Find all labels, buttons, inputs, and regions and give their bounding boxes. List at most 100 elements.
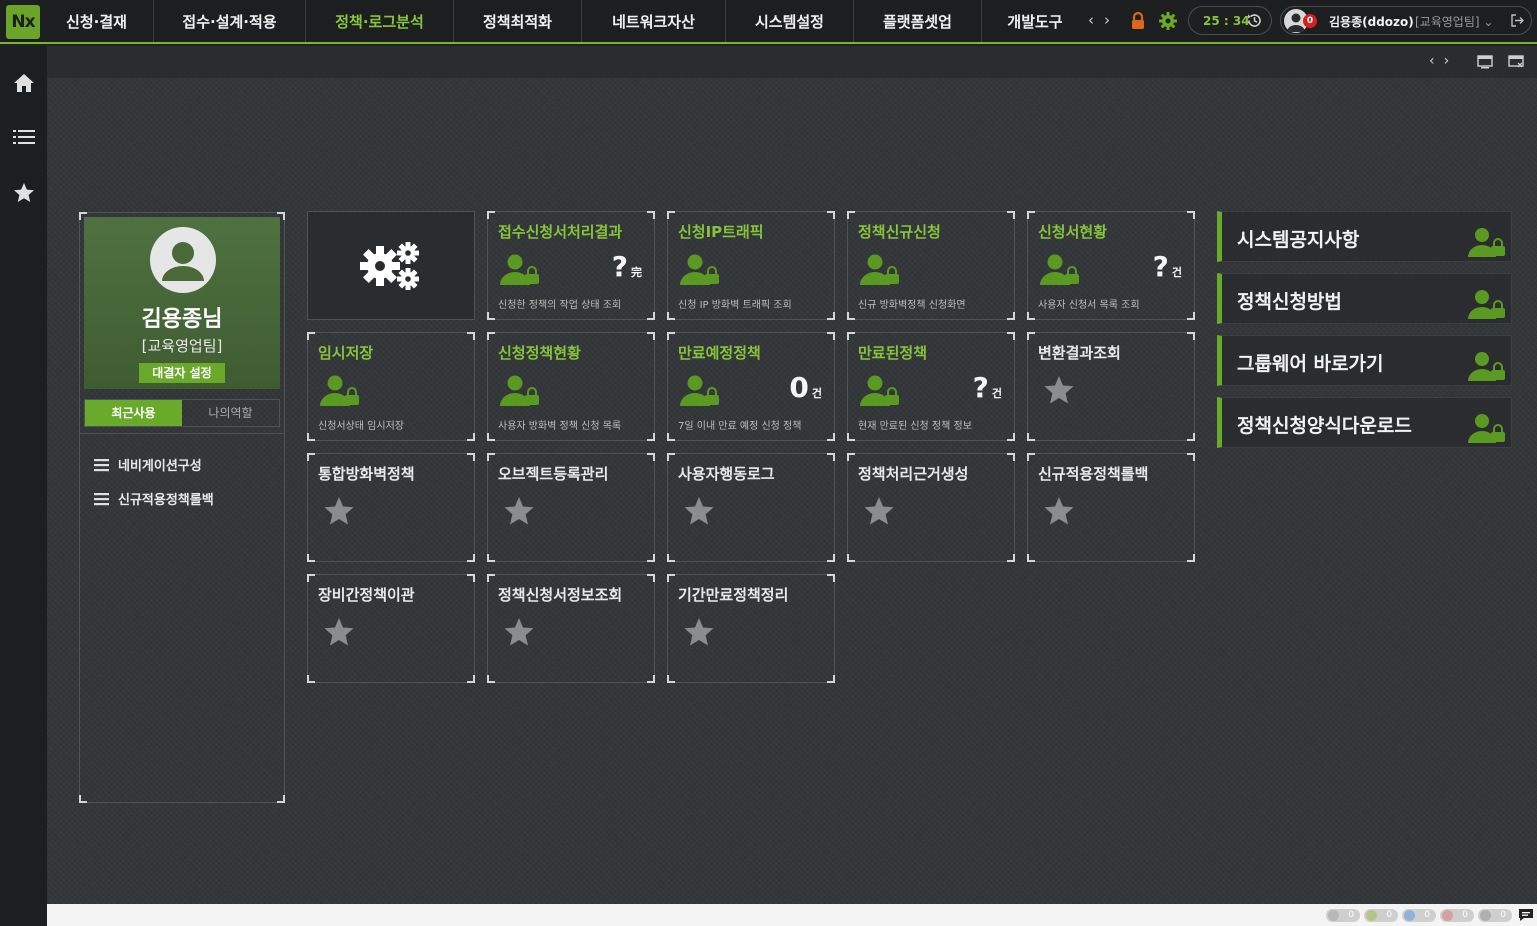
status-counter[interactable]: 0 <box>1364 909 1398 922</box>
left-rail <box>0 46 47 926</box>
tile-description: 신청 IP 방화벽 트래픽 조회 <box>678 300 792 311</box>
user-team: [교육영업팀] ⌄ <box>1415 15 1494 29</box>
approver-settings-button[interactable]: 대결자 설정 <box>139 363 225 383</box>
star-icon <box>504 618 534 646</box>
menu-tile[interactable]: 통합방화벽정책 <box>307 453 475 562</box>
gears-icon <box>360 242 419 290</box>
main-menu: 신청·결재 접수·설계·적용 정책·로그분석 정책최적화 네트워크자산 시스템설… <box>40 0 1088 42</box>
chevron-down-icon[interactable]: ⌄ <box>1483 15 1493 29</box>
user-lock-icon <box>680 254 719 285</box>
menu-next-arrow-icon[interactable]: › <box>1104 11 1110 29</box>
menu-icon <box>94 458 109 471</box>
user-menu[interactable]: 0 김용종(ddozo) [교육영업팀] ⌄ <box>1280 6 1532 35</box>
tile-description: 현재 만료된 신청 정책 정보 <box>858 421 972 432</box>
menu-tile[interactable]: 만료예정정책 7일 이내 만료 예정 신청 정책 0 건 <box>667 332 835 441</box>
chat-icon[interactable] <box>1518 907 1534 923</box>
menu-tile[interactable]: 사용자행동로그 <box>667 453 835 562</box>
menu-item-receive-design-apply[interactable]: 접수·설계·적용 <box>154 0 306 42</box>
menu-item-network-assets[interactable]: 네트워크자산 <box>582 0 726 42</box>
menu-icon <box>94 492 109 505</box>
notification-badge[interactable]: 0 <box>1303 14 1317 28</box>
menu-tile[interactable]: 정책처리근거생성 <box>847 453 1015 562</box>
menu-tile[interactable]: 오브젝트등록관리 <box>487 453 655 562</box>
tile-count-value: ? <box>972 371 989 404</box>
menu-tile[interactable]: 신청서현황 사용자 신청서 목록 조회? 건 <box>1027 211 1195 320</box>
notice-label: 그룹웨어 바로가기 <box>1237 353 1384 375</box>
logout-icon[interactable] <box>1509 12 1526 29</box>
tile-title: 정책처리근거생성 <box>858 465 969 483</box>
tile-count-value: 0 <box>789 371 809 404</box>
recent-link-policy-rollback[interactable]: 신규적용정책롤백 <box>94 489 214 508</box>
session-timer: 25 : 34 <box>1188 6 1272 35</box>
menu-tile[interactable]: 접수신청서처리결과신청한 정책의 작업 상태 조회 ? 完 <box>487 211 655 320</box>
menu-item-policy-optimization[interactable]: 정책최적화 <box>454 0 582 42</box>
tab-recent-use[interactable]: 최근사용 <box>85 400 182 426</box>
gear-icon[interactable] <box>1158 11 1178 31</box>
menu-tile[interactable]: 신규적용정책롤백 <box>1027 453 1195 562</box>
profile-team: [교육영업팀] <box>141 337 223 355</box>
menu-item-apply-approve[interactable]: 신청·결재 <box>40 0 154 42</box>
lock-icon[interactable] <box>1129 11 1147 31</box>
tile-title: 변환결과조회 <box>1038 344 1121 362</box>
status-counter[interactable]: 0 <box>1326 909 1360 922</box>
tile-count: ? 完 <box>612 250 642 283</box>
tile-count-value: ? <box>611 250 628 283</box>
tile-description: 신청서상태 임시저장 <box>318 421 404 432</box>
tile-description: 신청한 정책의 작업 상태 조회 <box>498 300 622 311</box>
tile-title: 만료예정정책 <box>678 344 761 362</box>
notice-button-system-notice[interactable]: 시스템공지사항 <box>1217 211 1512 262</box>
menu-tile[interactable]: 장비간정책이관 <box>307 574 475 683</box>
user-lock-icon <box>500 254 539 285</box>
menu-item-policy-log-analysis[interactable]: 정책·로그분석 <box>306 0 454 42</box>
status-counter[interactable]: 0 <box>1478 909 1512 922</box>
status-counter[interactable]: 0 <box>1402 909 1436 922</box>
menu-tile[interactable]: 임시저장신청서상태 임시저장 <box>307 332 475 441</box>
menu-item-platform-setup[interactable]: 플랫폼셋업 <box>854 0 982 42</box>
nx-logo[interactable]: Nx <box>6 5 40 39</box>
profile-tabs: 최근사용 나의역할 <box>84 399 280 427</box>
menu-tile[interactable]: 만료된정책현재 만료된 신청 정책 정보? 건 <box>847 332 1015 441</box>
sub-prev-arrow-icon[interactable]: ‹ <box>1429 53 1435 69</box>
user-lock-icon <box>1468 228 1505 257</box>
status-counter[interactable]: 0 <box>1440 909 1474 922</box>
menu-tile[interactable]: 정책신규신청 신규 방화벽정책 신청화면 <box>847 211 1015 320</box>
notice-button-policy-guide[interactable]: 정책신청방법 <box>1217 273 1512 324</box>
window-icon[interactable] <box>1477 55 1493 69</box>
user-lock-icon <box>1040 254 1079 285</box>
star-icon[interactable] <box>12 182 36 204</box>
star-icon <box>684 497 714 525</box>
list-icon[interactable] <box>12 126 36 148</box>
recent-link-navigation-config[interactable]: 네비게이션구성 <box>94 455 202 474</box>
tile-title: 만료된정책 <box>858 344 928 362</box>
tile-title: 장비간정책이관 <box>318 586 415 604</box>
notice-button-form-download[interactable]: 정책신청양식다운로드 <box>1217 397 1512 448</box>
menu-tile[interactable]: 기간만료정책정리 <box>667 574 835 683</box>
menu-prev-arrow-icon[interactable]: ‹ <box>1088 11 1094 29</box>
sub-next-arrow-icon[interactable]: › <box>1444 53 1450 69</box>
notice-button-groupware[interactable]: 그룹웨어 바로가기 <box>1217 335 1512 386</box>
history-icon[interactable] <box>1246 12 1263 29</box>
notice-label: 정책신청방법 <box>1237 291 1342 313</box>
status-dot-icon <box>1480 910 1491 921</box>
menu-item-dev-tools[interactable]: 개발도구 <box>982 0 1088 42</box>
tile-count-unit: 건 <box>991 387 1002 400</box>
status-dot-icon <box>1366 910 1377 921</box>
menu-scroll-arrows: ‹ › <box>1088 11 1110 29</box>
settings-tile[interactable] <box>307 211 475 320</box>
star-icon <box>324 618 354 646</box>
menu-tile[interactable]: 정책신청서정보조회 <box>487 574 655 683</box>
tile-count-unit: 건 <box>1171 266 1182 279</box>
tile-title: 접수신청서처리결과 <box>498 223 623 241</box>
menu-tile[interactable]: 신청IP트래픽신청 IP 방화벽 트래픽 조회 <box>667 211 835 320</box>
tile-title: 정책신청서정보조회 <box>498 586 623 604</box>
tab-my-role[interactable]: 나의역할 <box>182 400 279 426</box>
tile-title: 신청IP트래픽 <box>678 223 764 241</box>
tile-count: ? 건 <box>1153 250 1182 283</box>
menu-tile[interactable]: 신청정책현황 사용자 방화벽 정책 신청 목록 <box>487 332 655 441</box>
menu-tile[interactable]: 변환결과조회 <box>1027 332 1195 441</box>
window-close-icon[interactable] <box>1508 55 1524 69</box>
profile-panel: 김용종님 [교육영업팀] 대결자 설정 최근사용 나의역할 네비게이션구성 신규… <box>79 212 285 803</box>
tile-title: 임시저장 <box>318 344 374 362</box>
menu-item-system-settings[interactable]: 시스템설정 <box>726 0 854 42</box>
home-icon[interactable] <box>12 72 36 94</box>
